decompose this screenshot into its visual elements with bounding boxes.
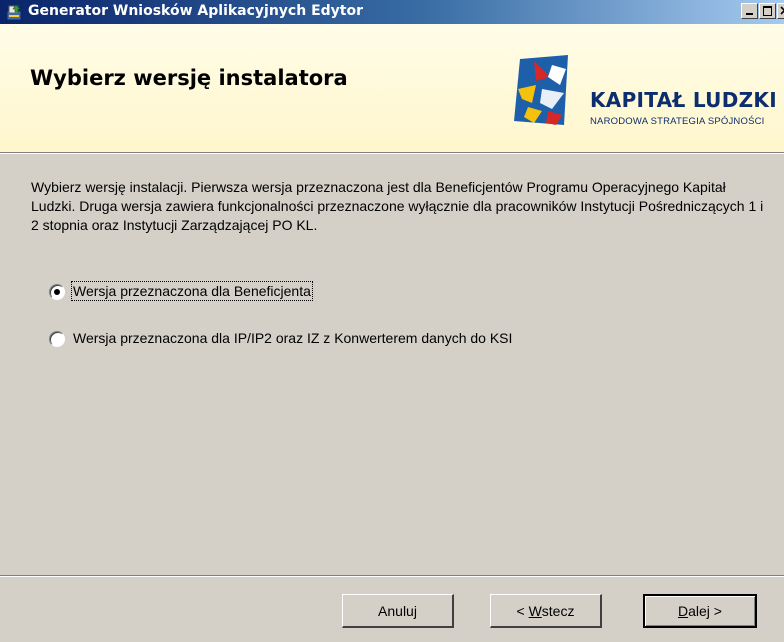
radio-selected-dot bbox=[54, 289, 60, 295]
logo-subtitle: NARODOWA STRATEGIA SPÓJNOŚCI bbox=[590, 116, 765, 127]
radio-beneficjent[interactable] bbox=[49, 284, 65, 300]
page-title: Wybierz wersję instalatora bbox=[30, 66, 348, 90]
installer-app-icon bbox=[6, 4, 22, 21]
back-button-rest: stecz bbox=[541, 602, 575, 619]
logo-name: KAPITAŁ LUDZKI bbox=[590, 88, 777, 112]
wizard-header: Wybierz wersję instalatora KAPITAŁ LUDZK… bbox=[0, 24, 784, 152]
back-button[interactable]: < Wstecz bbox=[490, 594, 602, 628]
installer-window: Generator Wniosków Aplikacyjnych Edytor … bbox=[0, 0, 784, 642]
option-label-beneficjent[interactable]: Wersja przeznaczona dla Beneficjenta bbox=[71, 281, 313, 301]
next-button[interactable]: Dalej > bbox=[643, 594, 757, 628]
instructions-text: Wybierz wersję instalacji. Pierwsza wers… bbox=[31, 179, 764, 233]
close-icon[interactable] bbox=[777, 3, 784, 19]
back-button-prefix: < bbox=[516, 602, 529, 619]
header-divider bbox=[0, 152, 784, 154]
window-title: Generator Wniosków Aplikacyjnych Edytor bbox=[28, 3, 364, 19]
cancel-button-label: Anuluj bbox=[378, 602, 417, 619]
footer-divider bbox=[0, 575, 784, 577]
next-button-rest: alej > bbox=[688, 603, 722, 619]
maximize-icon[interactable] bbox=[759, 3, 776, 19]
option-label-ip-iz[interactable]: Wersja przeznaczona dla IP/IP2 oraz IZ z… bbox=[73, 330, 512, 346]
minimize-icon[interactable] bbox=[741, 3, 758, 19]
cancel-button[interactable]: Anuluj bbox=[342, 594, 454, 628]
back-button-accel: W bbox=[528, 602, 542, 619]
next-button-accel: D bbox=[678, 603, 689, 619]
title-bar[interactable]: Generator Wniosków Aplikacyjnych Edytor bbox=[0, 0, 784, 24]
kapital-ludzki-logo bbox=[514, 55, 568, 125]
radio-ip-iz[interactable] bbox=[49, 331, 65, 347]
